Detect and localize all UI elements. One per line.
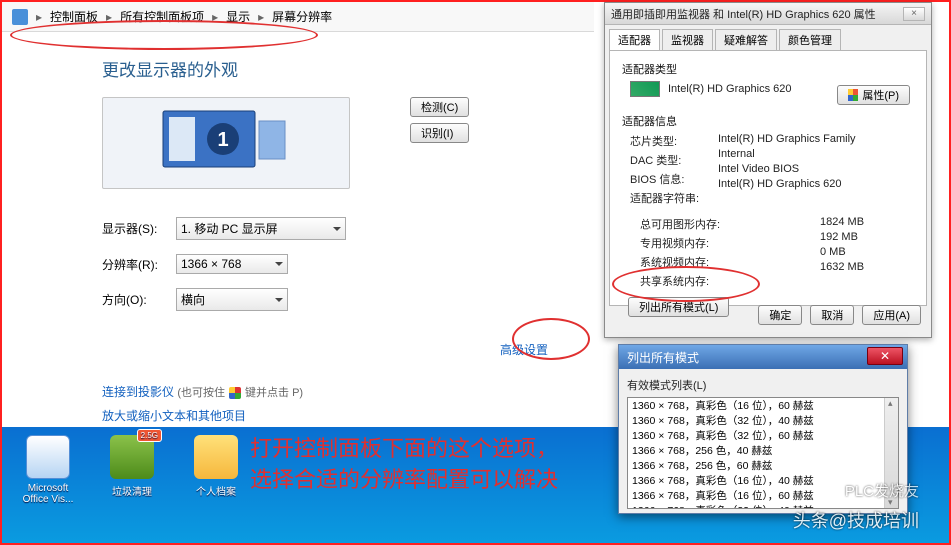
advanced-settings-link[interactable]: 高级设置 bbox=[102, 341, 562, 358]
orientation-select[interactable]: 横向 bbox=[176, 288, 288, 311]
resolution-label: 分辨率(R): bbox=[102, 256, 164, 273]
window-title-bar[interactable]: 列出所有模式 ✕ bbox=[619, 345, 907, 369]
desktop-icon-label: Microsoft Office Vis... bbox=[18, 483, 78, 505]
page-title: 更改显示器的外观 bbox=[102, 56, 562, 81]
list-item[interactable]: 1360 × 768，真彩色（16 位），60 赫兹 bbox=[628, 398, 898, 413]
desktop-icon-label: 垃圾清理 bbox=[112, 483, 152, 498]
display-label: 显示器(S): bbox=[102, 220, 164, 237]
mem-value: 1824 MB bbox=[820, 216, 864, 228]
mem-value: 1632 MB bbox=[820, 261, 864, 273]
trash-icon: 2.5G bbox=[110, 435, 154, 479]
tab-color[interactable]: 颜色管理 bbox=[779, 29, 841, 50]
display-select[interactable]: 1. 移动 PC 显示屏 bbox=[176, 217, 346, 240]
close-icon[interactable]: ✕ bbox=[867, 347, 903, 365]
adapter-info-heading: 适配器信息 bbox=[622, 113, 914, 129]
breadcrumb-item[interactable]: 控制面板 bbox=[50, 8, 98, 25]
cancel-button[interactable]: 取消 bbox=[810, 305, 854, 325]
mem-value: 192 MB bbox=[820, 231, 864, 243]
shield-icon bbox=[848, 89, 858, 101]
desktop-icon-trash[interactable]: 2.5G 垃圾清理 bbox=[102, 435, 162, 498]
window-title: 通用即插即用监视器 和 Intel(R) HD Graphics 620 属性 bbox=[611, 6, 876, 22]
mem-label: 系统视频内存: bbox=[640, 254, 820, 270]
modes-list-label: 有效模式列表(L) bbox=[627, 377, 899, 393]
watermark: PLC发烧友 bbox=[845, 480, 919, 501]
office-icon bbox=[26, 435, 70, 479]
close-icon[interactable]: × bbox=[903, 7, 925, 21]
projector-link[interactable]: 连接到投影仪 bbox=[102, 385, 174, 399]
list-item[interactable]: 1366 × 768，256 色，60 赫兹 bbox=[628, 458, 898, 473]
tab-strip: 适配器 监视器 疑难解答 颜色管理 bbox=[605, 25, 931, 50]
mem-label: 共享系统内存: bbox=[640, 273, 820, 289]
tab-adapter[interactable]: 适配器 bbox=[609, 29, 660, 50]
chevron-down-icon bbox=[275, 262, 283, 266]
window-title-bar[interactable]: 通用即插即用监视器 和 Intel(R) HD Graphics 620 属性 … bbox=[605, 3, 931, 25]
list-item[interactable]: 1360 × 768，真彩色（32 位），60 赫兹 bbox=[628, 428, 898, 443]
svg-text:1: 1 bbox=[217, 129, 228, 151]
window-title: 列出所有模式 bbox=[627, 349, 699, 366]
info-label: 芯片类型: bbox=[630, 133, 718, 149]
monitor-preview[interactable]: 1 bbox=[102, 97, 350, 189]
breadcrumb-item[interactable]: 显示 bbox=[226, 8, 250, 25]
trash-badge: 2.5G bbox=[137, 429, 162, 442]
chevron-right-icon: ▸ bbox=[258, 10, 264, 24]
identify-button[interactable]: 识别(I) bbox=[410, 123, 469, 143]
chevron-right-icon: ▸ bbox=[36, 10, 42, 24]
info-label: BIOS 信息: bbox=[630, 171, 718, 187]
projector-hint: (也可按住键并点击 P) bbox=[177, 387, 303, 399]
list-item[interactable]: 1366 × 768，256 色，40 赫兹 bbox=[628, 443, 898, 458]
textsize-link[interactable]: 放大或缩小文本和其他项目 bbox=[102, 404, 562, 428]
info-value: Intel(R) HD Graphics 620 bbox=[718, 178, 856, 190]
adapter-type-value: Intel(R) HD Graphics 620 bbox=[668, 83, 792, 95]
tab-monitor[interactable]: 监视器 bbox=[662, 29, 713, 50]
info-label: 适配器字符串: bbox=[630, 190, 718, 206]
detect-button[interactable]: 检测(C) bbox=[410, 97, 469, 117]
resolution-select[interactable]: 1366 × 768 bbox=[176, 254, 288, 274]
mem-label: 总可用图形内存: bbox=[640, 216, 820, 232]
info-value: Intel(R) HD Graphics Family bbox=[718, 133, 856, 145]
watermark: 头条@技成培训 bbox=[793, 507, 919, 533]
breadcrumb-item[interactable]: 屏幕分辨率 bbox=[272, 8, 332, 25]
breadcrumb[interactable]: ▸ 控制面板 ▸ 所有控制面板项 ▸ 显示 ▸ 屏幕分辨率 bbox=[2, 2, 594, 32]
info-value: Internal bbox=[718, 148, 856, 160]
ok-button[interactable]: 确定 bbox=[758, 305, 802, 325]
chevron-right-icon: ▸ bbox=[106, 10, 112, 24]
adapter-type-heading: 适配器类型 bbox=[622, 61, 914, 77]
adapter-properties-button[interactable]: 属性(P) bbox=[837, 85, 910, 105]
chevron-down-icon bbox=[333, 227, 341, 231]
adapter-chip-icon bbox=[630, 81, 660, 97]
folder-icon bbox=[194, 435, 238, 479]
desktop-icon-personal[interactable]: 个人档案 bbox=[186, 435, 246, 498]
windows-key-icon bbox=[229, 387, 241, 399]
info-label: DAC 类型: bbox=[630, 152, 718, 168]
mem-label: 专用视频内存: bbox=[640, 235, 820, 251]
chevron-down-icon bbox=[275, 298, 283, 302]
control-panel-icon bbox=[12, 9, 28, 25]
adapter-properties-window: 通用即插即用监视器 和 Intel(R) HD Graphics 620 属性 … bbox=[604, 2, 932, 338]
desktop-icon-office[interactable]: Microsoft Office Vis... bbox=[18, 435, 78, 505]
dialog-footer: 确定 取消 应用(A) bbox=[605, 297, 931, 333]
list-item[interactable]: 1360 × 768，真彩色（32 位），40 赫兹 bbox=[628, 413, 898, 428]
tab-body: 适配器类型 Intel(R) HD Graphics 620 属性(P) 适配器… bbox=[609, 50, 927, 306]
orientation-label: 方向(O): bbox=[102, 291, 164, 308]
mem-value: 0 MB bbox=[820, 246, 864, 258]
info-value: Intel Video BIOS bbox=[718, 163, 856, 175]
chevron-right-icon: ▸ bbox=[212, 10, 218, 24]
tab-troubleshoot[interactable]: 疑难解答 bbox=[715, 29, 777, 50]
breadcrumb-item[interactable]: 所有控制面板项 bbox=[120, 8, 204, 25]
desktop-icon-label: 个人档案 bbox=[196, 483, 236, 498]
apply-button[interactable]: 应用(A) bbox=[862, 305, 921, 325]
monitor-icon: 1 bbox=[161, 109, 291, 177]
